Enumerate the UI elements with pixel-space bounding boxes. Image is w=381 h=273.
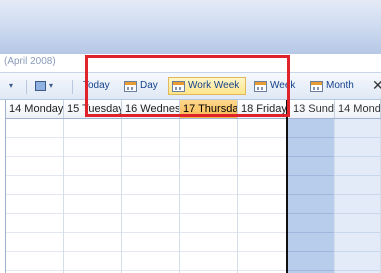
day-header-row: 14 Monday 15 Tuesday 16 Wednesday 17 Thu… bbox=[6, 100, 381, 119]
calendar-icon bbox=[172, 80, 185, 92]
month-view-button[interactable]: Month bbox=[307, 77, 357, 95]
calendar-icon bbox=[124, 80, 137, 92]
day-header[interactable]: 15 Tuesday bbox=[64, 100, 122, 118]
chevron-down-icon: ▾ bbox=[9, 81, 14, 90]
calendar-icon bbox=[254, 80, 267, 92]
date-range-label: (April 2008) bbox=[4, 56, 56, 67]
layout-icon bbox=[35, 81, 46, 91]
toolbar-separator bbox=[26, 80, 27, 94]
month-label: Month bbox=[326, 80, 354, 91]
day-header[interactable]: 16 Wednesday bbox=[122, 100, 180, 118]
window-title-bar bbox=[0, 0, 381, 54]
day-column[interactable] bbox=[64, 119, 122, 273]
day-column[interactable] bbox=[335, 119, 381, 273]
day-header[interactable]: 14 Monday bbox=[6, 100, 64, 118]
day-column[interactable] bbox=[6, 119, 64, 273]
chevron-down-icon: ▾ bbox=[49, 81, 54, 90]
day-header[interactable]: 13 Sunday bbox=[290, 100, 335, 118]
toolbar-dropdown-button[interactable]: ▾ bbox=[6, 77, 16, 95]
close-icon[interactable]: ✕ bbox=[372, 78, 381, 92]
day-column[interactable] bbox=[180, 119, 238, 273]
today-label: Today bbox=[83, 80, 110, 91]
day-column[interactable] bbox=[238, 119, 288, 273]
calendar-toolbar: ▾ ▾ Today Day Work Week Week Month bbox=[0, 73, 381, 100]
week-label: Week bbox=[270, 80, 296, 91]
week-view-button[interactable]: Week bbox=[251, 77, 298, 95]
week-divider bbox=[286, 100, 288, 273]
calendar-icon bbox=[310, 80, 323, 92]
work-week-view-button[interactable]: Work Week bbox=[168, 77, 246, 95]
day-header-today[interactable]: 17 Thursday bbox=[180, 100, 238, 118]
toolbar-separator bbox=[72, 80, 73, 94]
day-view-button[interactable]: Day bbox=[121, 77, 161, 95]
day-column-selected[interactable] bbox=[288, 119, 335, 273]
day-label: Day bbox=[140, 80, 158, 91]
day-header[interactable]: 18 Friday bbox=[238, 100, 288, 118]
day-column[interactable] bbox=[122, 119, 180, 273]
work-week-label: Work Week bbox=[188, 80, 240, 91]
today-button[interactable]: Today bbox=[80, 77, 113, 95]
view-options-button[interactable]: ▾ bbox=[32, 77, 56, 95]
calendar-time-grid bbox=[6, 119, 381, 273]
day-header[interactable]: 14 Monday bbox=[335, 100, 381, 118]
